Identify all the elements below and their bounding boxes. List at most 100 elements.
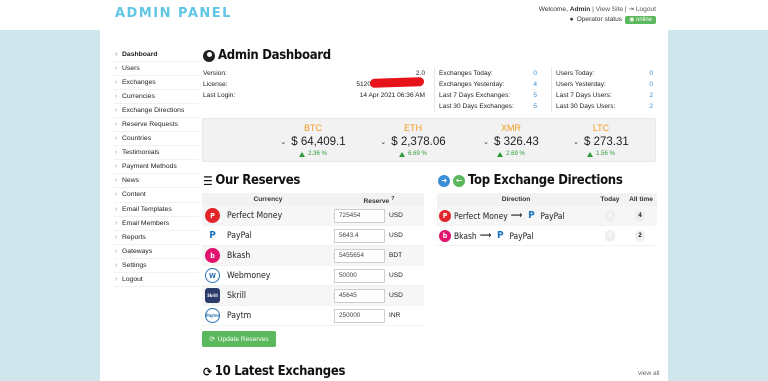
crypto-symbol: XMR [501,123,521,133]
table-row: Paytm Paytm 250000 INR [202,306,424,326]
arrow-left-circle-icon[interactable]: ← [453,174,465,187]
stat-label: Last 30 Days Exchanges: [439,103,514,110]
trend-up-icon [587,151,594,157]
sidebar-item-currencies[interactable]: Currencies [114,90,199,105]
exchange-stats: Exchanges Today: 0 Exchanges Yesterday: 4 … [434,68,541,112]
admin-panel-logo[interactable]: ADMIN PANEL [115,6,232,21]
paypal-icon: P [497,230,504,241]
sidebar-item-users[interactable]: Users [114,62,199,77]
sidebar-item-payment-methods[interactable]: Payment Methods [114,160,199,175]
user-menu: Welcome, Admin | View Site | ⇥ Logout ● … [538,6,656,24]
latest-exchanges-title: ⟳ 10 Latest Exchanges [203,364,346,379]
sidebar-item-email-templates[interactable]: Email Templates [114,203,199,217]
column-header-reserve: Reserve ? [363,196,395,206]
stat-value: 5 [533,92,537,99]
stat-label: Exchanges Today: [439,70,493,77]
page-title: Admin Dashboard [203,48,331,63]
column-header-direction: Direction [501,196,531,203]
stat-value: 0 [533,70,537,77]
reserves-title: ☰ Our Reserves [203,173,301,188]
chevron-down-icon: ⌄ [380,139,387,146]
table-row[interactable]: P Perfect Money ⟶ P PayPal 0 4 [437,206,657,226]
stat-label: Users Today: [556,70,595,77]
crypto-price: $ 273.31 [584,136,629,148]
reserve-input[interactable]: 45645 [334,288,385,303]
paypal-icon: P [528,210,535,221]
sidebar-item-gateways[interactable]: Gateways [114,245,199,259]
currency-name: Bkash [227,250,251,261]
stat-value: 4 [533,81,537,88]
operator-status-label: Operator status [576,16,623,23]
stat-value: 5 [533,103,537,110]
stat-value: 2 [649,92,653,99]
sidebar-item-content[interactable]: Content [114,188,199,203]
stat-value: 0 [649,81,653,88]
sidebar-item-reserve-requests[interactable]: Reserve Requests [114,118,199,133]
sidebar-item-reports[interactable]: Reports [114,231,199,245]
currency-name: Webmoney [227,270,271,281]
logout-icon: ⇥ [628,6,634,13]
help-icon: ? [391,196,395,202]
view-all-link[interactable]: view all [638,370,660,377]
refresh-icon: ⟳ [203,364,212,379]
arrow-right-icon: ⟶ [479,230,492,241]
today-count: 0 [605,229,615,242]
stat-value: 0 [649,70,653,77]
currency-code: INR [389,312,401,319]
refresh-icon: ⟳ [209,336,215,343]
skrill-icon: Skrill [205,288,220,303]
arrow-right-circle-icon[interactable]: ➜ [438,174,450,187]
currency-code: USD [389,232,403,239]
top-directions-table: Direction Today All time P Perfect Money… [437,193,657,246]
reserve-input[interactable]: 725454 [334,208,385,223]
reserve-input[interactable]: 50000 [334,268,385,283]
sidebar-item-countries[interactable]: Countries [114,132,199,147]
crypto-symbol: LTC [592,123,610,133]
sidebar-item-testimonials[interactable]: Testimonials [114,146,199,161]
sidebar-item-logout[interactable]: Logout [114,273,199,287]
stat-value: 2 [649,103,653,110]
column-header-all-time: All time [629,196,653,203]
sidebar-item-exchange-directions[interactable]: Exchange Directions [114,104,199,119]
crypto-change: 2.36 % [308,151,327,157]
perfect-money-icon: P [205,208,220,223]
license-label: License: [203,81,228,88]
reserve-input[interactable]: 5643.4 [334,228,385,243]
logout-link[interactable]: Logout [636,6,656,13]
reserve-input[interactable]: 250000 [334,308,385,323]
currency-code: USD [389,212,403,219]
sidebar-item-settings[interactable]: Settings [114,259,199,273]
sidebar-item-dashboard[interactable]: Dashboard [114,48,199,63]
sidebar-item-exchanges[interactable]: Exchanges [114,76,199,91]
column-header-today: Today [600,196,620,203]
sidebar-item-news[interactable]: News [114,174,199,189]
webmoney-icon: W [205,268,220,283]
view-site-link[interactable]: View Site [596,6,623,13]
chevron-down-icon: ⌄ [483,139,490,146]
table-row: P Perfect Money 725454 USD [202,206,424,226]
chevron-down-icon: ⌄ [280,139,287,146]
table-row[interactable]: b Bkash ⟶ P PayPal 0 2 [437,226,657,246]
direction-to: PayPal [540,210,565,221]
list-icon: ☰ [203,173,213,188]
update-reserves-button[interactable]: ⟳ Update Reserves [202,331,276,347]
trend-up-icon [299,151,306,157]
crypto-price: $ 2,378.06 [391,136,446,148]
operator-status-badge[interactable]: ◉ online [625,16,656,24]
trend-up-icon [497,151,504,157]
table-row: b Bkash 5455654 BDT [202,246,424,266]
currency-name: Perfect Money [227,210,283,221]
sidebar-item-email-members[interactable]: Email Members [114,217,199,231]
stat-label: Exchanges Yesterday: [439,81,505,88]
crypto-symbol: ETH [404,123,422,133]
last-login-value: 14 Apr 2021 06:36 AM [359,92,425,99]
stat-label: Last 30 Days Users: [556,103,616,110]
chevron-down-icon: ⌄ [573,139,580,146]
table-row: Skrill Skrill 45645 USD [202,286,424,306]
all-time-count: 2 [635,229,645,242]
reserve-input[interactable]: 5455654 [334,248,385,263]
welcome-text: Welcome, [538,6,570,13]
direction-from: Perfect Money [454,210,508,221]
currency-name: Skrill [227,290,247,301]
top-bar: ADMIN PANEL Welcome, Admin | View Site |… [0,0,768,30]
